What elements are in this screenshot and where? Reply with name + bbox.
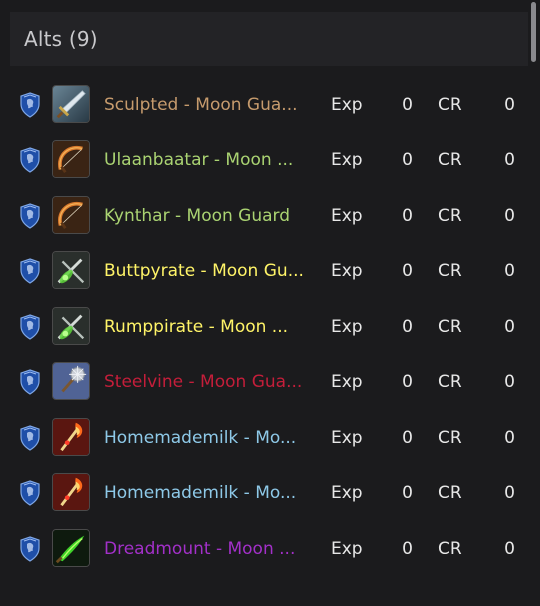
exp-label: Exp <box>331 316 363 337</box>
alliance-icon <box>18 147 42 173</box>
alts-header: Alts (9) <box>10 12 528 66</box>
character-name[interactable]: Homemademilk - Mo... <box>104 483 314 503</box>
cr-label: CR <box>438 483 462 504</box>
sword-icon <box>52 84 90 123</box>
exp-value: 0 <box>402 316 413 337</box>
fel-blade-icon <box>52 528 90 567</box>
panel-title: Alts (9) <box>24 27 98 51</box>
bow-icon <box>52 195 90 234</box>
exp-value: 0 <box>402 261 413 282</box>
exp-value: 0 <box>402 205 413 226</box>
alt-row[interactable]: Steelvine - Moon Gua... Exp 0 CR 0 <box>0 355 528 411</box>
exp-label: Exp <box>331 261 363 282</box>
mace-icon <box>52 362 90 401</box>
daggers-icon <box>52 306 90 345</box>
cr-value: 0 <box>504 150 515 171</box>
exp-value: 0 <box>402 427 413 448</box>
alt-list: Sculpted - Moon Gua... Exp 0 CR 0 Ulaanb… <box>0 77 528 577</box>
exp-label: Exp <box>331 483 363 504</box>
alliance-icon <box>18 314 42 340</box>
cr-value: 0 <box>504 316 515 337</box>
alt-row[interactable]: Homemademilk - Mo... Exp 0 CR 0 <box>0 466 528 522</box>
cr-label: CR <box>438 150 462 171</box>
cr-label: CR <box>438 261 462 282</box>
character-name[interactable]: Homemademilk - Mo... <box>104 428 314 448</box>
alliance-icon <box>18 92 42 118</box>
exp-value: 0 <box>402 372 413 393</box>
bow-icon <box>52 140 90 179</box>
exp-value: 0 <box>402 538 413 559</box>
exp-label: Exp <box>331 94 363 115</box>
alliance-icon <box>18 258 42 284</box>
exp-label: Exp <box>331 372 363 393</box>
alt-row[interactable]: Rumppirate - Moon ... Exp 0 CR 0 <box>0 299 528 355</box>
exp-value: 0 <box>402 483 413 504</box>
exp-label: Exp <box>331 150 363 171</box>
exp-value: 0 <box>402 94 413 115</box>
cr-value: 0 <box>504 205 515 226</box>
alliance-icon <box>18 480 42 506</box>
alliance-icon <box>18 203 42 229</box>
alliance-icon <box>18 369 42 395</box>
exp-label: Exp <box>331 427 363 448</box>
cr-value: 0 <box>504 483 515 504</box>
cr-label: CR <box>438 94 462 115</box>
character-name[interactable]: Sculpted - Moon Gua... <box>104 95 314 115</box>
character-name[interactable]: Kynthar - Moon Guard <box>104 206 314 226</box>
cr-label: CR <box>438 427 462 448</box>
character-name[interactable]: Buttpyrate - Moon Gu... <box>104 261 314 281</box>
character-name[interactable]: Dreadmount - Moon ... <box>104 539 314 559</box>
daggers-icon <box>52 251 90 290</box>
exp-value: 0 <box>402 150 413 171</box>
exp-label: Exp <box>331 205 363 226</box>
alt-row[interactable]: Kynthar - Moon Guard Exp 0 CR 0 <box>0 188 528 244</box>
exp-label: Exp <box>331 538 363 559</box>
cr-label: CR <box>438 205 462 226</box>
cr-value: 0 <box>504 94 515 115</box>
alliance-icon <box>18 536 42 562</box>
cr-label: CR <box>438 538 462 559</box>
alt-row[interactable]: Homemademilk - Mo... Exp 0 CR 0 <box>0 410 528 466</box>
cr-label: CR <box>438 372 462 393</box>
alt-row[interactable]: Buttpyrate - Moon Gu... Exp 0 CR 0 <box>0 244 528 300</box>
cr-value: 0 <box>504 538 515 559</box>
alt-row[interactable]: Sculpted - Moon Gua... Exp 0 CR 0 <box>0 77 528 133</box>
alliance-icon <box>18 425 42 451</box>
alt-row[interactable]: Dreadmount - Moon ... Exp 0 CR 0 <box>0 521 528 577</box>
cr-label: CR <box>438 316 462 337</box>
scrollbar-thumb[interactable] <box>531 2 536 62</box>
character-name[interactable]: Ulaanbaatar - Moon ... <box>104 150 314 170</box>
character-name[interactable]: Rumppirate - Moon ... <box>104 317 314 337</box>
scrollbar[interactable] <box>529 0 538 606</box>
cr-value: 0 <box>504 261 515 282</box>
alt-row[interactable]: Ulaanbaatar - Moon ... Exp 0 CR 0 <box>0 133 528 189</box>
cr-value: 0 <box>504 372 515 393</box>
character-name[interactable]: Steelvine - Moon Gua... <box>104 372 314 392</box>
fire-staff-icon <box>52 473 90 512</box>
fire-staff-icon <box>52 417 90 456</box>
cr-value: 0 <box>504 427 515 448</box>
